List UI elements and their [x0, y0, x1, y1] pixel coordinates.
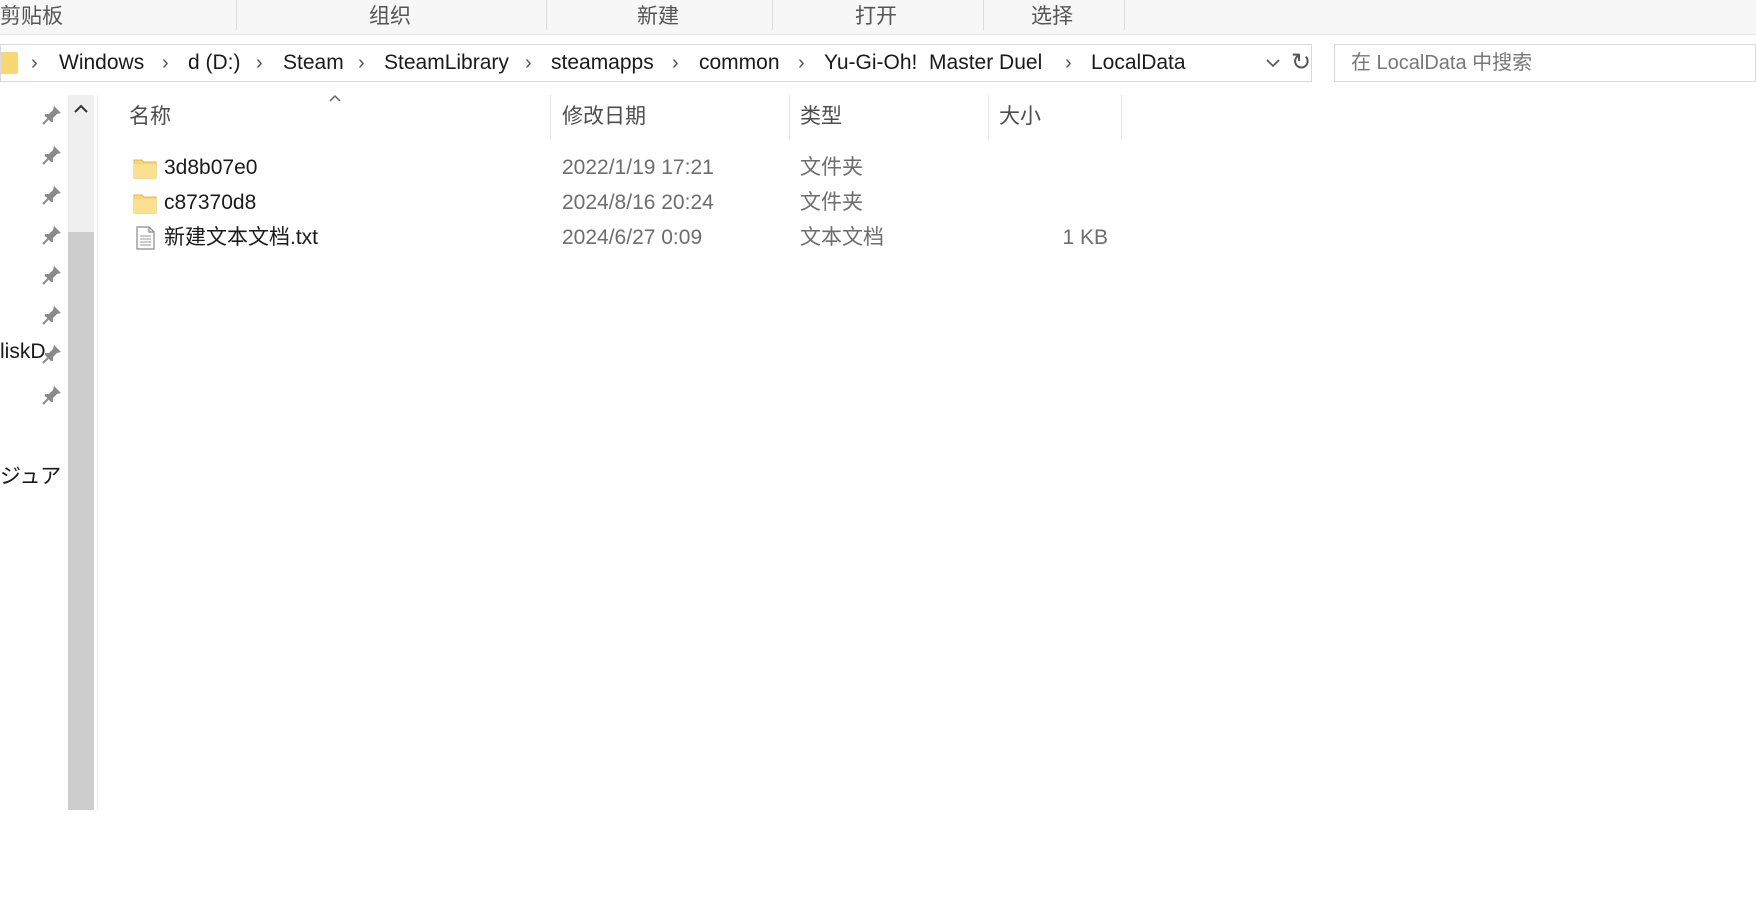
breadcrumb-drive-d[interactable]: d (D:) [188, 45, 241, 81]
column-divider[interactable] [1121, 95, 1122, 139]
column-header-date[interactable]: 修改日期 [562, 95, 646, 139]
file-date: 2024/8/16 20:24 [562, 191, 714, 214]
ribbon: 剪贴板 组织 新建 打开 选择 [0, 0, 1756, 35]
ribbon-divider [236, 0, 237, 30]
file-row[interactable]: 3d8b07e0 2022/1/19 17:21 文件夹 [120, 150, 1120, 185]
file-size: 1 KB [1062, 226, 1108, 249]
nav-item-partial[interactable]: liskD [0, 340, 46, 364]
file-type: 文件夹 [800, 191, 863, 214]
chevron-right-icon[interactable]: › [162, 45, 169, 81]
column-header-size[interactable]: 大小 [999, 95, 1041, 139]
chevron-right-icon[interactable]: › [798, 45, 805, 81]
ribbon-divider [1124, 0, 1125, 30]
breadcrumb-localdata[interactable]: LocalData [1091, 45, 1186, 81]
ribbon-divider [546, 0, 547, 30]
column-header-name[interactable]: 名称 [129, 95, 171, 139]
folder-icon [1, 52, 18, 74]
chevron-right-icon[interactable]: › [672, 45, 679, 81]
nav-item-partial[interactable]: ジュア [0, 460, 61, 490]
column-divider[interactable] [789, 95, 790, 139]
refresh-icon[interactable]: ↻ [1288, 44, 1314, 82]
breadcrumb-windows[interactable]: Windows [59, 45, 144, 81]
pin-icon[interactable] [40, 143, 64, 167]
pin-icon[interactable] [40, 103, 64, 127]
search-placeholder: 在 LocalData 中搜索 [1351, 52, 1533, 74]
file-name[interactable]: c87370d8 [164, 185, 256, 220]
column-divider[interactable] [550, 95, 551, 139]
pin-icon[interactable] [40, 183, 64, 207]
text-file-icon [136, 226, 155, 250]
ribbon-group-new[interactable]: 新建 [618, 0, 698, 34]
folder-icon [133, 194, 157, 214]
breadcrumb-steamlibrary[interactable]: SteamLibrary [384, 45, 509, 81]
file-date: 2022/1/19 17:21 [562, 156, 714, 179]
file-name[interactable]: 3d8b07e0 [164, 150, 257, 185]
file-size [1000, 185, 1108, 220]
pane-divider [97, 95, 98, 810]
ribbon-divider [772, 0, 773, 30]
sort-ascending-icon [329, 94, 341, 102]
file-type: 文件夹 [800, 156, 863, 179]
pin-icon[interactable] [40, 263, 64, 287]
pin-icon[interactable] [40, 223, 64, 247]
breadcrumb-common[interactable]: common [699, 45, 780, 81]
file-name[interactable]: 新建文本文档.txt [164, 220, 318, 255]
address-bar[interactable]: › Windows › d (D:) › Steam › SteamLibrar… [0, 44, 1312, 82]
column-divider[interactable] [988, 95, 989, 139]
file-type: 文本文档 [800, 226, 884, 249]
breadcrumb-master-duel[interactable]: Yu-Gi-Oh! Master Duel [824, 45, 1042, 81]
chevron-right-icon[interactable]: › [1065, 45, 1072, 81]
pin-icon[interactable] [40, 303, 64, 327]
folder-icon [133, 159, 157, 179]
column-header-type[interactable]: 类型 [800, 95, 842, 139]
scroll-up-icon[interactable] [70, 98, 92, 120]
ribbon-divider [983, 0, 984, 30]
file-row[interactable]: 新建文本文档.txt 2024/6/27 0:09 文本文档 1 KB [120, 220, 1120, 255]
pin-icon[interactable] [40, 342, 64, 366]
chevron-right-icon[interactable]: › [31, 45, 38, 81]
file-size [1000, 150, 1108, 185]
ribbon-group-select[interactable]: 选择 [1012, 0, 1092, 34]
breadcrumb-steam[interactable]: Steam [283, 45, 344, 81]
chevron-right-icon[interactable]: › [525, 45, 532, 81]
file-row[interactable]: c87370d8 2024/8/16 20:24 文件夹 [120, 185, 1120, 220]
search-input[interactable]: 在 LocalData 中搜索 [1334, 44, 1756, 82]
nav-scrollbar-thumb[interactable] [68, 232, 94, 810]
chevron-down-icon[interactable] [1261, 47, 1285, 79]
breadcrumb-steamapps[interactable]: steamapps [551, 45, 654, 81]
ribbon-group-organize[interactable]: 组织 [350, 0, 430, 34]
chevron-right-icon[interactable]: › [256, 45, 263, 81]
pin-icon[interactable] [40, 383, 64, 407]
chevron-right-icon[interactable]: › [358, 45, 365, 81]
ribbon-group-clipboard[interactable]: 剪贴板 [0, 0, 70, 34]
ribbon-group-open[interactable]: 打开 [836, 0, 916, 34]
file-date: 2024/6/27 0:09 [562, 226, 703, 249]
